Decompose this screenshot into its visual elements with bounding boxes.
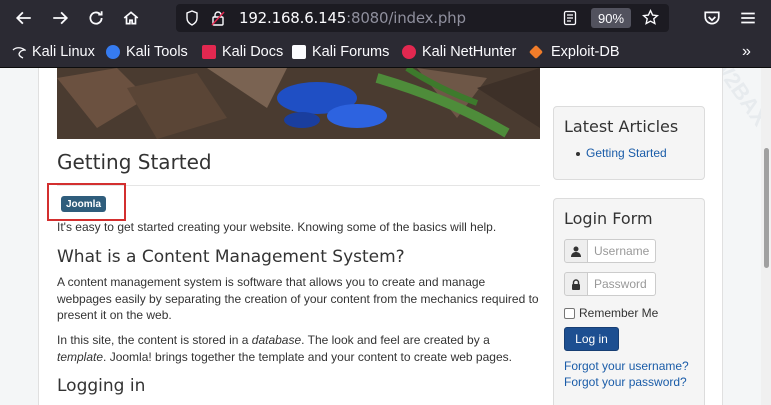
latest-articles-module: Latest Articles Getting Started	[553, 106, 705, 180]
username-input[interactable]: Username	[588, 239, 656, 263]
login-button[interactable]: Log in	[564, 327, 619, 351]
page-scrollbar[interactable]	[761, 68, 771, 405]
site-container: Getting Started Joomla It's easy to get …	[38, 68, 723, 405]
url-text[interactable]: 192.168.6.145:8080/index.php	[239, 9, 466, 27]
kali-forums-icon	[292, 45, 306, 59]
bookmark-exploit-db[interactable]: Exploit-DB	[528, 43, 620, 61]
address-bar[interactable]: 192.168.6.145:8080/index.php 90%	[176, 4, 669, 32]
forward-arrow-icon[interactable]	[48, 6, 72, 30]
web-page: W2BAX W2BAX W2BAX Getting Started Joomla	[0, 68, 771, 405]
browser-toolbar: 192.168.6.145:8080/index.php 90%	[0, 0, 771, 36]
zoom-level-badge[interactable]: 90%	[591, 8, 631, 28]
hero-image	[57, 68, 540, 139]
user-icon	[564, 239, 588, 263]
bookmark-kali-forums[interactable]: Kali Forums	[292, 43, 389, 61]
pocket-icon[interactable]	[700, 6, 724, 30]
bookmark-kali-linux[interactable]: Kali Linux	[12, 43, 95, 61]
kali-docs-icon	[202, 45, 216, 59]
bookmark-kali-tools[interactable]: Kali Tools	[106, 43, 188, 61]
remember-me-label: Remember Me	[579, 306, 659, 320]
remember-me-checkbox[interactable]	[564, 307, 575, 319]
article-title: Getting Started	[57, 150, 212, 174]
exploit-db-icon	[528, 44, 544, 60]
insecure-lock-icon[interactable]	[211, 10, 225, 31]
hamburger-menu-icon[interactable]	[736, 6, 760, 30]
lock-icon	[564, 272, 588, 296]
bookmarks-toolbar: Kali Linux Kali Tools Kali Docs Kali For…	[0, 36, 771, 68]
more-bookmarks-chevron-icon[interactable]: »	[742, 43, 751, 61]
kali-dragon-icon	[12, 45, 27, 59]
forgot-password-link[interactable]: Forgot your password?	[564, 375, 687, 389]
section-heading-cms: What is a Content Management System?	[57, 247, 405, 267]
bookmark-kali-nethunter[interactable]: Kali NetHunter	[402, 43, 516, 61]
login-form-title: Login Form	[564, 209, 653, 228]
scrollbar-thumb[interactable]	[764, 148, 769, 268]
joomla-tag-badge[interactable]: Joomla	[61, 196, 107, 212]
forgot-username-link[interactable]: Forgot your username?	[564, 359, 689, 373]
article-paragraph: In this site, the content is stored in a…	[57, 333, 512, 364]
latest-articles-title: Latest Articles	[564, 117, 679, 136]
shield-icon[interactable]	[185, 10, 199, 31]
remember-me-row: Remember Me	[564, 306, 658, 320]
password-input-group: Password	[564, 272, 686, 296]
list-bullet	[576, 152, 580, 156]
reload-icon[interactable]	[84, 6, 108, 30]
nethunter-icon	[402, 45, 416, 59]
reader-view-icon[interactable]	[563, 10, 577, 31]
star-bookmark-icon[interactable]	[641, 8, 660, 31]
latest-article-link[interactable]: Getting Started	[586, 146, 667, 160]
kali-tools-icon	[106, 45, 120, 59]
login-form-module: Login Form Username Password Remember Me…	[553, 198, 705, 405]
title-divider	[57, 185, 540, 186]
bookmark-kali-docs[interactable]: Kali Docs	[202, 43, 283, 61]
article-paragraph: A content management system is software …	[57, 275, 539, 322]
section-heading-logging-in: Logging in	[57, 376, 146, 396]
article-intro: It's easy to get started creating your w…	[57, 220, 497, 234]
password-input[interactable]: Password	[588, 272, 656, 296]
back-arrow-icon[interactable]	[12, 6, 36, 30]
home-icon[interactable]	[119, 6, 143, 30]
username-input-group: Username	[564, 239, 686, 263]
